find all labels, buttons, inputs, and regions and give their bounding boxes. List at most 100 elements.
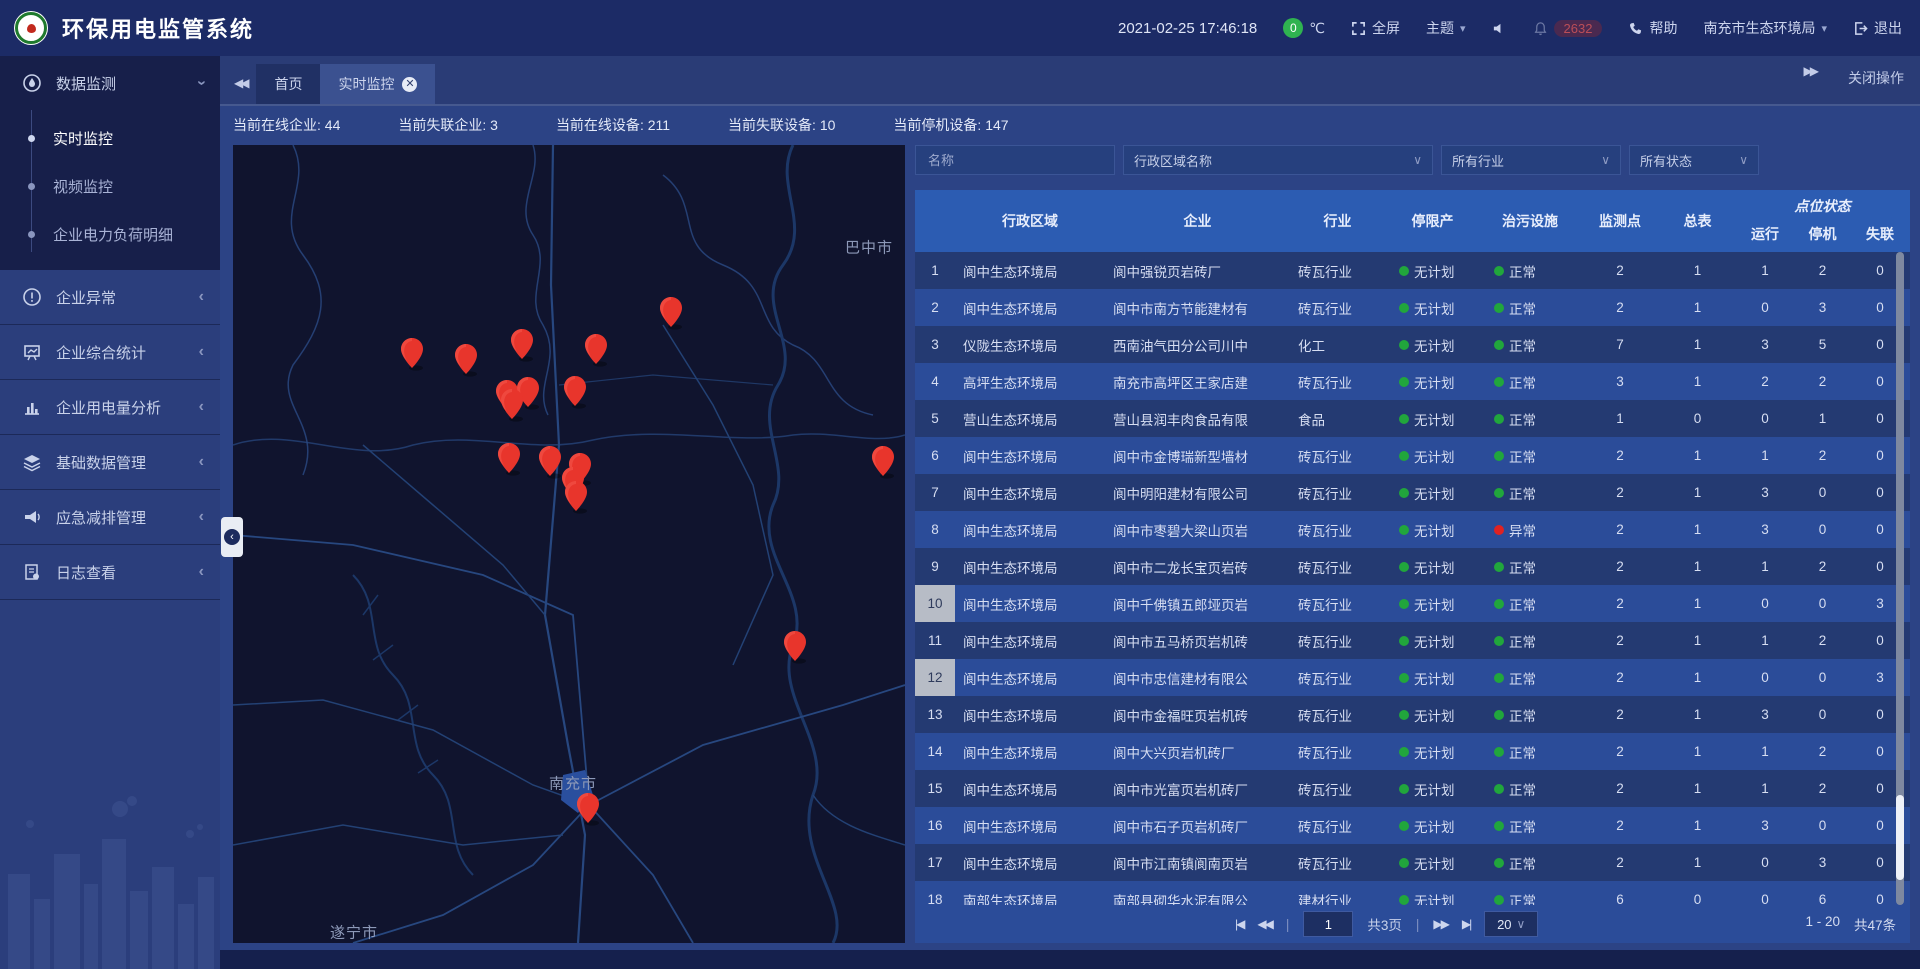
map-pin-icon[interactable] xyxy=(575,792,601,826)
first-page-button[interactable]: |◀ xyxy=(1235,917,1243,931)
col-header-index xyxy=(915,190,955,252)
table-row[interactable]: 17 阆中生态环境局 阆中市江南镇阆南页岩 砖瓦行业 无计划 正常 2 1 0 … xyxy=(915,844,1910,881)
map-pin-icon[interactable] xyxy=(509,328,535,362)
region-select[interactable]: 行政区域名称 ∨ xyxy=(1123,145,1433,175)
tab-home[interactable]: 首页 xyxy=(256,64,320,104)
map-pin-icon[interactable] xyxy=(870,445,896,479)
prev-page-button[interactable]: ◀◀ xyxy=(1257,917,1271,931)
last-page-button[interactable]: ▶| xyxy=(1462,917,1470,931)
map-pin-icon[interactable] xyxy=(658,296,684,330)
status-dot xyxy=(1494,821,1504,831)
table-scrollbar[interactable] xyxy=(1896,252,1904,905)
chevron-down-icon: ∨ xyxy=(1739,153,1748,167)
table-row[interactable]: 10 阆中生态环境局 阆中千佛镇五郎垭页岩 砖瓦行业 无计划 正常 2 1 0 … xyxy=(915,585,1910,622)
close-operations-button[interactable]: 关闭操作 xyxy=(1848,68,1904,88)
tabs-scroll-right-icon[interactable]: ▶▶ xyxy=(1790,64,1826,92)
table-row[interactable]: 18 南部生态环境局 南部县砌华水泥有限公 建材行业 无计划 正常 6 0 0 … xyxy=(915,881,1910,905)
cell-industry: 砖瓦行业 xyxy=(1290,668,1385,688)
sidebar-group-horn[interactable]: 应急减排管理 ‹ xyxy=(0,490,220,544)
name-search-input-box[interactable] xyxy=(915,145,1115,175)
speaker-icon xyxy=(1492,21,1507,36)
cell-company: 阆中市金福旺页岩机砖 xyxy=(1105,705,1290,725)
table-row[interactable]: 11 阆中生态环境局 阆中市五马桥页岩机砖 砖瓦行业 无计划 正常 2 1 1 … xyxy=(915,622,1910,659)
table-row[interactable]: 8 阆中生态环境局 阆中市枣碧大梁山页岩 砖瓦行业 无计划 异常 2 1 3 0… xyxy=(915,511,1910,548)
cell-industry: 砖瓦行业 xyxy=(1290,557,1385,577)
cell-industry: 砖瓦行业 xyxy=(1290,520,1385,540)
sidebar-group-board[interactable]: 企业综合统计 ‹ xyxy=(0,325,220,379)
sidebar-item[interactable]: 视频监控 xyxy=(0,162,220,210)
temperature-indicator: 0 ℃ xyxy=(1283,18,1325,38)
map-pin-icon[interactable] xyxy=(583,333,609,367)
app-logo xyxy=(14,11,48,45)
cell-industry: 砖瓦行业 xyxy=(1290,853,1385,873)
cell-company: 阆中明阳建材有限公司 xyxy=(1105,483,1290,503)
table-row[interactable]: 3 仪陇生态环境局 西南油气田分公司川中 化工 无计划 正常 7 1 3 5 0 xyxy=(915,326,1910,363)
sidebar-collapse-button[interactable]: ‹ xyxy=(221,517,243,557)
status-dot xyxy=(1399,451,1409,461)
map-pin-icon[interactable] xyxy=(399,337,425,371)
sidebar-group-log[interactable]: 日志查看 ‹ xyxy=(0,545,220,599)
sidebar-item[interactable]: 企业电力负荷明细 xyxy=(0,210,220,258)
logout-button[interactable]: 退出 xyxy=(1853,18,1902,38)
theme-menu[interactable]: 主题 ▾ xyxy=(1426,18,1466,38)
map-pin-icon[interactable] xyxy=(496,442,522,476)
table-row[interactable]: 14 阆中生态环境局 阆中大兴页岩机砖厂 砖瓦行业 无计划 正常 2 1 1 2… xyxy=(915,733,1910,770)
cell-company: 阆中市金博瑞新型墙材 xyxy=(1105,446,1290,466)
status-select[interactable]: 所有状态 ∨ xyxy=(1629,145,1759,175)
notifications[interactable]: 2632 xyxy=(1533,20,1603,37)
sidebar-group-chart[interactable]: 企业用电量分析 ‹ xyxy=(0,380,220,434)
table-row[interactable]: 7 阆中生态环境局 阆中明阳建材有限公司 砖瓦行业 无计划 正常 2 1 3 0… xyxy=(915,474,1910,511)
table-row[interactable]: 1 阆中生态环境局 阆中强锐页岩砖厂 砖瓦行业 无计划 正常 2 1 1 2 0 xyxy=(915,252,1910,289)
cell-industry: 食品 xyxy=(1290,409,1385,429)
cell-industry: 砖瓦行业 xyxy=(1290,446,1385,466)
cell-stopped: 6 xyxy=(1795,892,1850,905)
table-row[interactable]: 6 阆中生态环境局 阆中市金博瑞新型墙材 砖瓦行业 无计划 正常 2 1 1 2… xyxy=(915,437,1910,474)
tabs-scroll-left-icon[interactable]: ◀◀ xyxy=(220,76,256,104)
cell-monitor-points: 2 xyxy=(1580,485,1660,500)
city-label: 南充市 xyxy=(549,773,597,794)
table-row[interactable]: 16 阆中生态环境局 阆中市石子页岩机砖厂 砖瓦行业 无计划 正常 2 1 3 … xyxy=(915,807,1910,844)
row-index: 7 xyxy=(915,474,955,511)
name-search-input[interactable] xyxy=(926,152,1104,169)
cell-region: 阆中生态环境局 xyxy=(955,594,1105,614)
cell-stopped: 2 xyxy=(1795,448,1850,463)
exit-icon xyxy=(1853,21,1868,36)
sound-toggle[interactable] xyxy=(1492,21,1507,36)
map-pin-icon[interactable] xyxy=(499,388,525,422)
gis-map[interactable]: 巴中市南充市遂宁市 xyxy=(233,145,905,943)
sidebar-group-layers[interactable]: 基础数据管理 ‹ xyxy=(0,435,220,489)
map-pin-icon[interactable] xyxy=(453,343,479,377)
cell-running: 0 xyxy=(1735,411,1795,426)
cell-running: 1 xyxy=(1735,448,1795,463)
cell-total-meters: 1 xyxy=(1660,559,1735,574)
cell-total-meters: 1 xyxy=(1660,300,1735,315)
table-row[interactable]: 9 阆中生态环境局 阆中市二龙长宝页岩砖 砖瓦行业 无计划 正常 2 1 1 2… xyxy=(915,548,1910,585)
industry-select[interactable]: 所有行业 ∨ xyxy=(1441,145,1621,175)
sidebar-group-alert[interactable]: 企业异常 ‹ xyxy=(0,270,220,324)
table-row[interactable]: 13 阆中生态环境局 阆中市金福旺页岩机砖 砖瓦行业 无计划 正常 2 1 3 … xyxy=(915,696,1910,733)
cell-monitor-points: 2 xyxy=(1580,855,1660,870)
status-dot xyxy=(1399,266,1409,276)
page-number-input[interactable] xyxy=(1303,911,1353,937)
stat-item: 当前失联企业: 3 xyxy=(398,115,498,135)
sidebar-group-gauge[interactable]: 数据监测 ‹ xyxy=(0,56,220,110)
map-pin-icon[interactable] xyxy=(782,630,808,664)
tab-realtime-monitoring[interactable]: 实时监控 ✕ xyxy=(320,64,435,104)
map-pin-icon[interactable] xyxy=(563,480,589,514)
map-pin-icon[interactable] xyxy=(562,375,588,409)
sidebar-item[interactable]: 实时监控 xyxy=(0,114,220,162)
cell-total-meters: 1 xyxy=(1660,263,1735,278)
scrollbar-thumb[interactable] xyxy=(1896,795,1904,880)
page-size-select[interactable]: 20 ∨ xyxy=(1484,911,1538,937)
table-row[interactable]: 12 阆中生态环境局 阆中市忠信建材有限公 砖瓦行业 无计划 正常 2 1 0 … xyxy=(915,659,1910,696)
table-row[interactable]: 4 高坪生态环境局 南充市高坪区王家店建 砖瓦行业 无计划 正常 3 1 2 2… xyxy=(915,363,1910,400)
user-menu[interactable]: 南充市生态环境局 ▾ xyxy=(1703,18,1827,38)
next-page-button[interactable]: ▶▶ xyxy=(1433,917,1447,931)
help-button[interactable]: 帮助 xyxy=(1628,18,1677,38)
table-row[interactable]: 15 阆中生态环境局 阆中市光富页岩机砖厂 砖瓦行业 无计划 正常 2 1 1 … xyxy=(915,770,1910,807)
table-row[interactable]: 2 阆中生态环境局 阆中市南方节能建材有 砖瓦行业 无计划 正常 2 1 0 3… xyxy=(915,289,1910,326)
status-dot xyxy=(1494,303,1504,313)
fullscreen-button[interactable]: 全屏 xyxy=(1351,18,1400,38)
table-row[interactable]: 5 营山生态环境局 营山县润丰肉食品有限 食品 无计划 正常 1 0 0 1 0 xyxy=(915,400,1910,437)
close-tab-icon[interactable]: ✕ xyxy=(402,77,417,92)
